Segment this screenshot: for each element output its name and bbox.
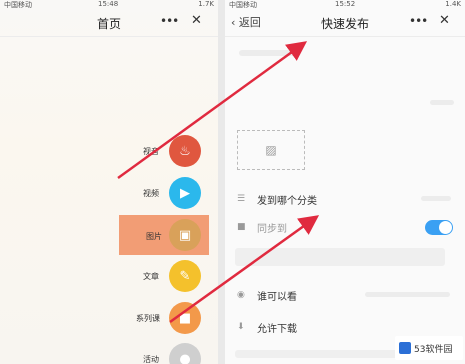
arrow-to-category [169,215,320,324]
annotation-arrows [117,41,320,324]
arrow-to-title [117,41,308,180]
watermark-text: 53软件园 [414,344,453,355]
watermark-logo: 53软件园 [395,336,463,360]
watermark-icon [399,342,411,354]
